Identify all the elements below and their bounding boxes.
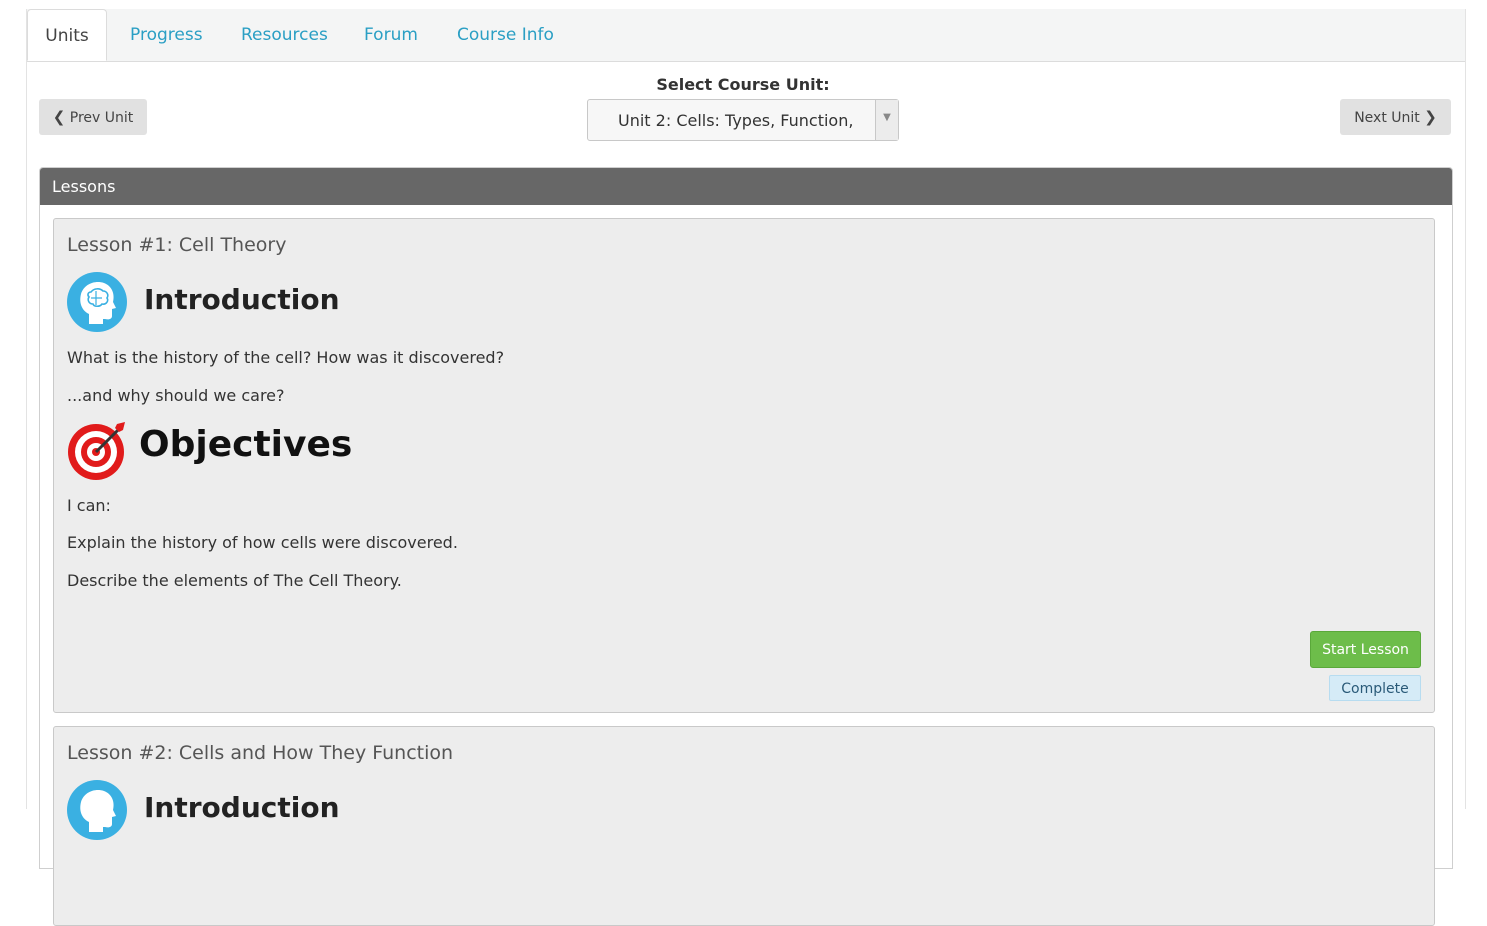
prev-unit-button[interactable]: ❮ Prev Unit [39,99,147,135]
unit-select-value: Unit 2: Cells: Types, Function, [618,111,854,130]
status-badge: Complete [1329,675,1421,701]
objective-text: Describe the elements of The Cell Theory… [67,571,402,590]
intro-text: ...and why should we care? [67,386,285,405]
course-frame: Units Progress Resources Forum Course In… [26,9,1466,926]
tab-resources[interactable]: Resources [241,9,328,61]
introduction-heading: Introduction [144,791,340,824]
prev-unit-label: Prev Unit [69,110,134,126]
tab-progress[interactable]: Progress [130,9,203,61]
objective-text: I can: [67,496,111,515]
objective-text: Explain the history of how cells were di… [67,533,458,552]
tab-course-info[interactable]: Course Info [457,9,554,61]
lesson-title: Lesson #2: Cells and How They Function [67,742,454,764]
target-icon [67,420,129,486]
next-unit-button[interactable]: Next Unit ❯ [1340,99,1451,135]
lesson-title: Lesson #1: Cell Theory [67,234,287,256]
introduction-heading: Introduction [144,283,340,316]
next-unit-label: Next Unit [1354,110,1420,126]
start-lesson-button[interactable]: Start Lesson [1310,631,1421,668]
select-unit-label: Select Course Unit: [656,75,830,94]
head-brain-icon [67,780,127,844]
head-brain-icon [67,272,127,336]
tab-bar: Units Progress Resources Forum Course In… [27,9,1465,62]
intro-text: What is the history of the cell? How was… [67,348,505,367]
objectives-heading: Objectives [139,424,353,465]
tab-units[interactable]: Units [27,9,107,61]
lessons-panel: Lessons Lesson #1: Cell Theory Introduct… [39,167,1453,926]
lessons-panel-title: Lessons [40,168,1452,205]
lesson-card: Lesson #1: Cell Theory Introduction What… [53,218,1435,713]
lesson-card: Lesson #2: Cells and How They Function I… [53,726,1435,926]
chevron-right-icon: ❯ [1424,108,1437,126]
tab-forum[interactable]: Forum [364,9,418,61]
caret-down-icon[interactable]: ▼ [875,100,898,140]
chevron-left-icon: ❮ [52,108,66,126]
unit-select-dropdown[interactable]: Unit 2: Cells: Types, Function, ▼ [587,99,899,141]
